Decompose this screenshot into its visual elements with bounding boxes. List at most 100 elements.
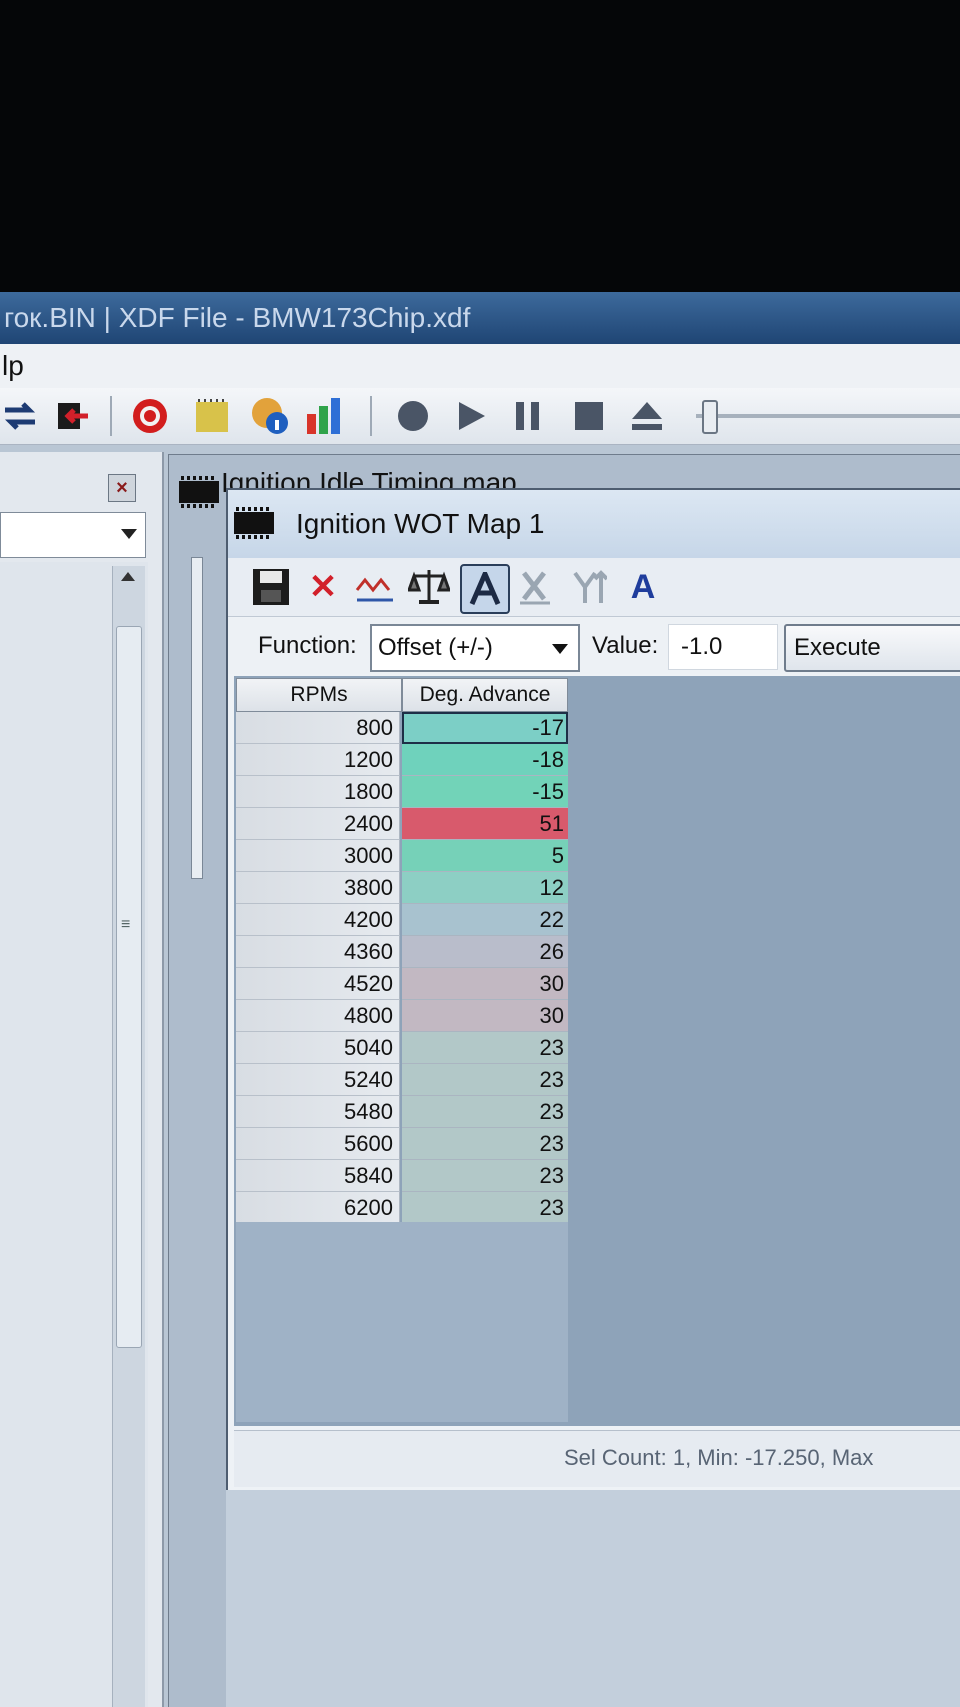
position-slider-track[interactable] (696, 414, 960, 418)
deg-column-header[interactable]: Deg. Advance (402, 678, 568, 712)
table-row: 800 -17 (236, 712, 576, 744)
info-globe-icon[interactable] (250, 396, 290, 436)
status-text: Sel Count: 1, Min: -17.250, Max (564, 1445, 874, 1470)
deg-cell[interactable]: -18 (402, 744, 568, 776)
rpm-cell: 4200 (236, 904, 400, 936)
left-panel: × ≡ (0, 452, 164, 1707)
axis-text-icon[interactable] (460, 564, 510, 614)
execute-label: Execute (794, 634, 881, 661)
vertical-scrollbar[interactable]: ≡ (112, 566, 145, 1707)
stop-icon[interactable] (569, 396, 609, 436)
main-toolbar (0, 388, 960, 445)
chip-icon (234, 507, 274, 539)
eject-icon[interactable] (627, 396, 667, 436)
rpm-cell: 3000 (236, 840, 400, 872)
rpm-cell: 4520 (236, 968, 400, 1000)
swap-arrows-icon[interactable] (0, 396, 40, 436)
wot-window-title: Ignition WOT Map 1 (296, 508, 545, 539)
function-select[interactable]: Offset (+/-) (370, 624, 580, 672)
value-label: Value: (592, 632, 659, 659)
notepad-icon[interactable] (192, 396, 232, 436)
table-empty-area (236, 1222, 568, 1422)
screen: гок.BIN | XDF File - BMW173Chip.xdf lp ×… (0, 292, 960, 1707)
table-row: 5240 23 (236, 1064, 576, 1096)
deg-cell[interactable]: 23 (402, 1032, 568, 1064)
deg-cell[interactable]: 23 (402, 1128, 568, 1160)
table-row: 5040 23 (236, 1032, 576, 1064)
table-row: 4520 30 (236, 968, 576, 1000)
rpm-cell: 4360 (236, 936, 400, 968)
deg-cell[interactable]: 5 (402, 840, 568, 872)
rpm-column-header[interactable]: RPMs (236, 678, 402, 712)
table-row: 5600 23 (236, 1128, 576, 1160)
rpm-cell: 5240 (236, 1064, 400, 1096)
deg-cell[interactable]: -17 (402, 712, 568, 744)
text-icon[interactable]: A (620, 564, 666, 610)
rpm-cell: 3800 (236, 872, 400, 904)
rpm-cell: 4800 (236, 1000, 400, 1032)
table-row: 3800 12 (236, 872, 576, 904)
map-toolbar: ✕ A (228, 558, 960, 617)
wot-window-titlebar[interactable]: Ignition WOT Map 1 (228, 490, 960, 558)
rpm-cell: 6200 (236, 1192, 400, 1224)
scroll-thumb[interactable] (116, 626, 142, 1348)
y-axis-icon[interactable] (566, 564, 612, 610)
table-row: 1200 -18 (236, 744, 576, 776)
map-grid-area: RPMs Deg. Advance 800 -17 1200 -18 1800 -15 24… (234, 676, 960, 1426)
play-icon[interactable] (451, 396, 491, 436)
rpm-cell: 5600 (236, 1128, 400, 1160)
toolbar-separator (110, 396, 112, 436)
value-input[interactable]: -1.0 (668, 624, 778, 670)
deg-cell[interactable]: -15 (402, 776, 568, 808)
compare-scale-icon[interactable] (406, 564, 452, 610)
deg-cell[interactable]: 22 (402, 904, 568, 936)
table-row: 5480 23 (236, 1096, 576, 1128)
idle-map-grid-edge (191, 557, 203, 879)
x-axis-icon[interactable] (512, 564, 558, 610)
deg-cell[interactable]: 23 (402, 1064, 568, 1096)
table-row: 4360 26 (236, 936, 576, 968)
rpm-cell: 2400 (236, 808, 400, 840)
chevron-down-icon (552, 644, 568, 654)
menu-help[interactable]: lp (0, 350, 24, 381)
import-chip-icon[interactable] (52, 396, 92, 436)
function-row: Function: Offset (+/-) Value: -1.0 Execu… (228, 618, 960, 674)
target-icon[interactable] (130, 396, 170, 436)
workspace-background (226, 1490, 960, 1707)
app-title-bar: гок.BIN | XDF File - BMW173Chip.xdf (0, 292, 960, 344)
rpm-cell: 1800 (236, 776, 400, 808)
chip-icon (179, 476, 219, 508)
pause-icon[interactable] (508, 396, 548, 436)
deg-cell[interactable]: 30 (402, 1000, 568, 1032)
grip-icon: ≡ (121, 916, 131, 933)
close-icon[interactable]: × (108, 474, 136, 502)
rpm-cell: 5840 (236, 1160, 400, 1192)
table-row: 2400 51 (236, 808, 576, 840)
execute-button[interactable]: Execute (784, 624, 960, 672)
deg-cell[interactable]: 30 (402, 968, 568, 1000)
deg-cell[interactable]: 12 (402, 872, 568, 904)
position-slider-thumb[interactable] (702, 400, 718, 434)
record-icon[interactable] (393, 396, 433, 436)
status-bar: Sel Count: 1, Min: -17.250, Max (234, 1430, 960, 1487)
graph-icon[interactable] (352, 564, 398, 610)
rpm-cell: 5040 (236, 1032, 400, 1064)
table-row: 4200 22 (236, 904, 576, 936)
function-value: Offset (+/-) (378, 634, 493, 661)
menu-bar: lp (0, 344, 960, 389)
deg-cell[interactable]: 51 (402, 808, 568, 840)
deg-cell[interactable]: 23 (402, 1192, 568, 1224)
save-icon[interactable] (248, 564, 294, 610)
table-row: 1800 -15 (236, 776, 576, 808)
category-dropdown[interactable] (0, 512, 146, 558)
rpm-cell: 800 (236, 712, 400, 744)
bar-chart-icon[interactable] (304, 396, 344, 436)
table-row: 3000 5 (236, 840, 576, 872)
wot-map-window: Ignition WOT Map 1 ✕ A Function: Offset … (226, 488, 960, 1492)
deg-cell[interactable]: 23 (402, 1096, 568, 1128)
deg-cell[interactable]: 23 (402, 1160, 568, 1192)
app-title: гок.BIN | XDF File - BMW173Chip.xdf (4, 302, 471, 333)
scroll-up-icon[interactable] (121, 572, 135, 581)
delete-icon[interactable]: ✕ (300, 564, 346, 610)
deg-cell[interactable]: 26 (402, 936, 568, 968)
